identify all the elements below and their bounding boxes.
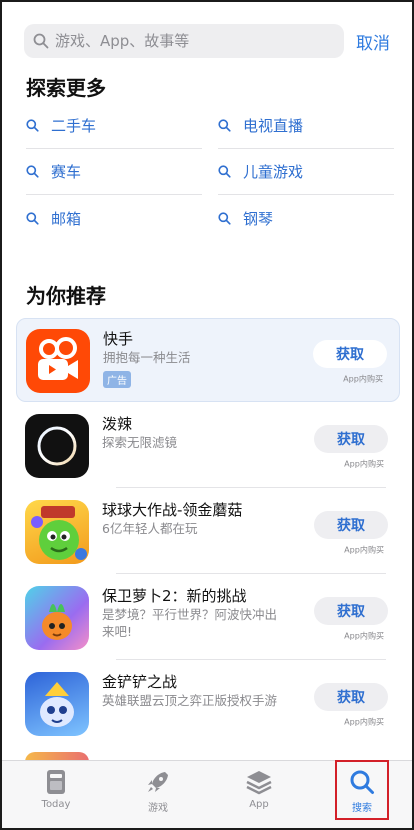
app-name: 球球大作战-领金蘑菇	[102, 501, 243, 519]
app-subtitle: 是梦境？平行世界？阿波快冲出来吧!	[102, 607, 278, 639]
search-bar: 取消	[24, 24, 398, 58]
in-app-purchase-label: App内购买	[343, 545, 384, 556]
explore-item[interactable]: 电视直播	[218, 103, 394, 149]
explore-heading: 探索更多	[26, 76, 106, 100]
app-subtitle: 探索无限滤镜	[102, 435, 178, 450]
get-button[interactable]: 获取	[313, 340, 387, 368]
polarr-app-icon	[25, 414, 89, 478]
get-button[interactable]: 获取	[314, 511, 388, 539]
explore-item-label: 二手车	[51, 117, 97, 135]
tab-games[interactable]: 游戏	[117, 761, 199, 828]
tab-apps[interactable]: App	[218, 761, 300, 828]
app-list-item[interactable]: 快手 拥抱每一种生活 广告 获取 App内购买	[16, 318, 400, 402]
in-app-purchase-label: App内购买	[343, 717, 384, 728]
explore-item-label: 儿童游戏	[243, 163, 304, 181]
app-subtitle: 6亿年轻人都在玩	[102, 521, 198, 536]
search-icon	[26, 119, 39, 132]
search-icon	[33, 33, 49, 49]
kuaishou-app-icon	[26, 329, 90, 393]
app-list-item[interactable]: 保卫萝卜2：新的挑战 是梦境？平行世界？阿波快冲出来吧! 获取 App内购买	[16, 576, 400, 660]
get-button[interactable]: 获取	[314, 597, 388, 625]
golden-spatula-app-icon	[25, 672, 89, 736]
search-input[interactable]	[55, 32, 325, 50]
search-icon	[218, 211, 231, 225]
search-tab-highlight	[335, 760, 389, 820]
apps-stack-icon	[246, 771, 272, 795]
tab-label: Today	[41, 799, 71, 810]
today-icon	[47, 770, 65, 794]
explore-item-label: 邮箱	[51, 209, 82, 228]
recommend-heading: 为你推荐	[26, 284, 106, 308]
carrot-fantasy-app-icon	[25, 586, 89, 650]
battle-of-balls-app-icon	[25, 500, 89, 564]
explore-item[interactable]: 赛车	[26, 149, 202, 195]
row-divider	[116, 659, 386, 660]
row-divider	[116, 573, 386, 574]
app-name: 泼辣	[102, 415, 133, 433]
search-icon	[218, 165, 231, 178]
search-icon	[26, 165, 39, 178]
app-store-search-screen: 取消 探索更多 二手车 电视直播 赛车 儿童游戏 邮箱 钢琴 为你推荐	[0, 0, 414, 830]
search-icon	[218, 119, 231, 132]
tab-label: App	[249, 799, 269, 810]
explore-item-label: 电视直播	[243, 117, 304, 135]
tab-label: 游戏	[148, 803, 168, 814]
in-app-purchase-label: App内购买	[343, 459, 384, 470]
in-app-purchase-label: App内购买	[343, 631, 384, 642]
app-list-item[interactable]: 金铲铲之战 英雄联盟云顶之弈正版授权手游 获取 App内购买	[16, 662, 400, 746]
app-name: 保卫萝卜2：新的挑战	[102, 587, 247, 605]
in-app-purchase-label: App内购买	[342, 374, 383, 385]
get-button[interactable]: 获取	[314, 425, 388, 453]
get-button[interactable]: 获取	[314, 683, 388, 711]
app-subtitle: 拥抱每一种生活	[103, 350, 191, 365]
search-field[interactable]	[24, 24, 344, 58]
search-icon	[26, 211, 39, 225]
row-divider	[116, 487, 386, 488]
explore-item[interactable]: 二手车	[26, 103, 202, 149]
tab-today[interactable]: Today	[15, 761, 97, 828]
explore-item-label: 赛车	[51, 163, 82, 181]
cancel-button[interactable]: 取消	[356, 29, 390, 54]
explore-item-label: 钢琴	[243, 209, 274, 228]
app-list-item[interactable]: 球球大作战-领金蘑菇 6亿年轻人都在玩 获取 App内购买	[16, 490, 400, 574]
ad-badge: 广告	[103, 371, 131, 388]
app-name: 金铲铲之战	[102, 673, 178, 691]
app-subtitle: 英雄联盟云顶之弈正版授权手游	[102, 693, 278, 708]
explore-item[interactable]: 邮箱	[26, 195, 202, 241]
app-name: 快手	[103, 330, 134, 348]
explore-item[interactable]: 钢琴	[218, 195, 394, 241]
app-list-item[interactable]: 泼辣 探索无限滤镜 获取 App内购买	[16, 404, 400, 488]
rocket-icon	[148, 772, 168, 792]
explore-item[interactable]: 儿童游戏	[218, 149, 394, 195]
